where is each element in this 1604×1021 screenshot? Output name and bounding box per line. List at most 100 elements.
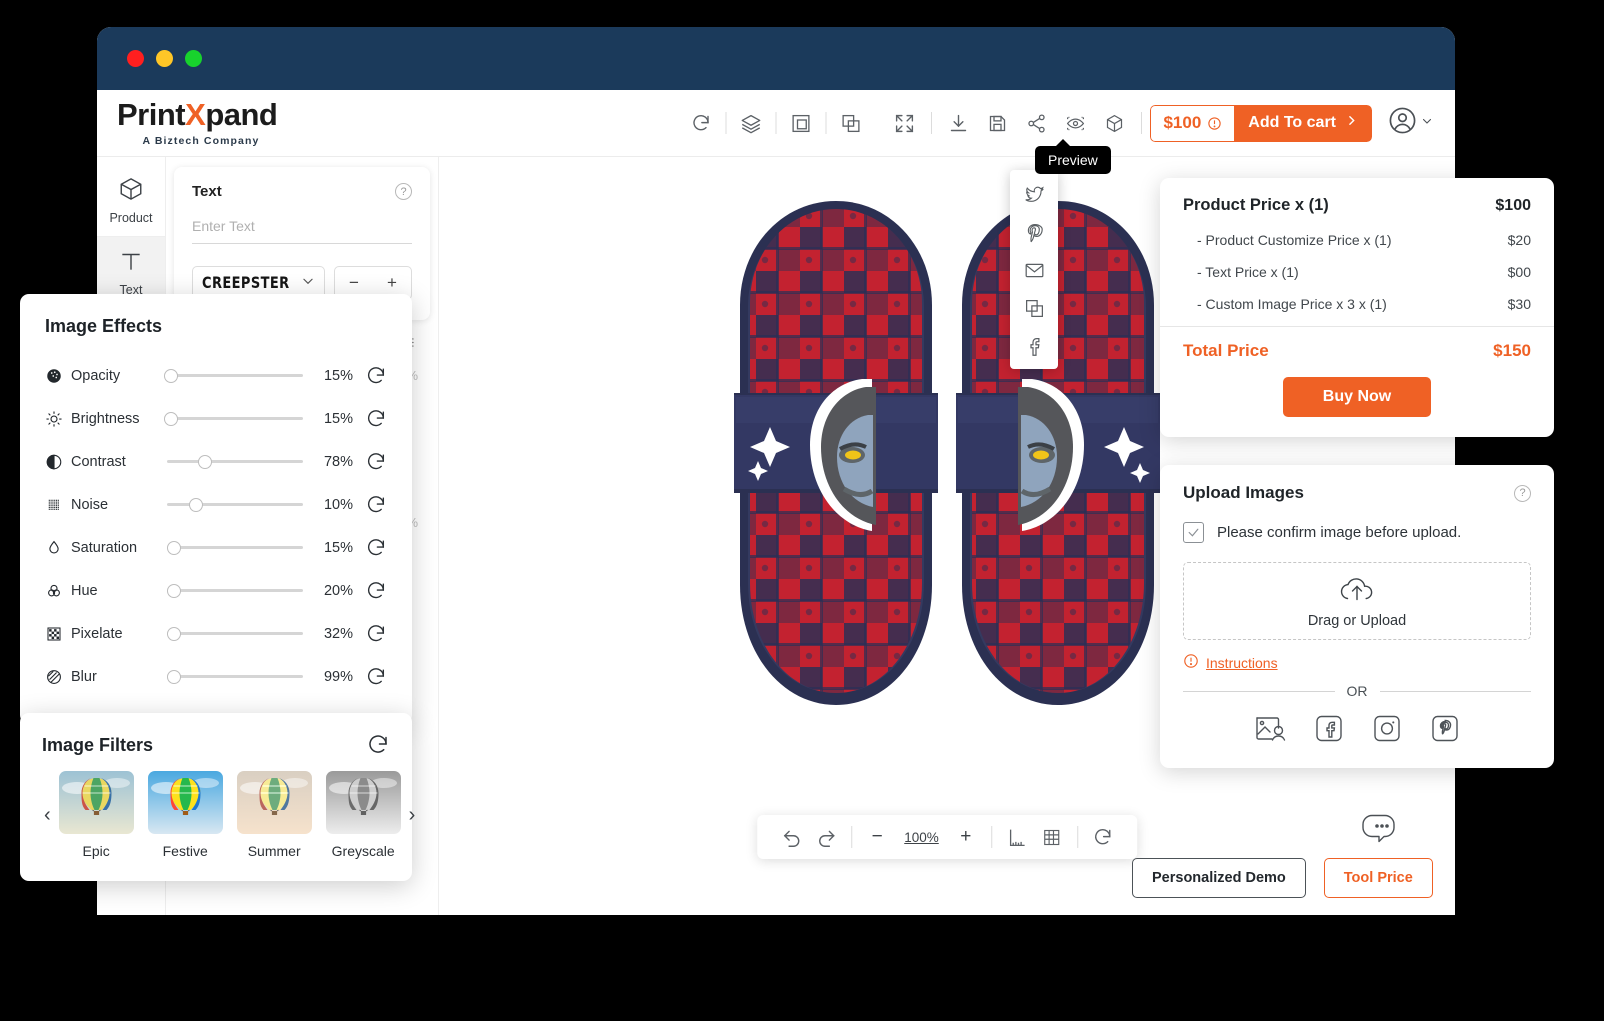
filter-thumbnail[interactable] <box>236 771 312 834</box>
three-d-icon[interactable] <box>1096 105 1133 142</box>
window-titlebar <box>97 27 1455 90</box>
chat-icon[interactable] <box>1358 811 1398 854</box>
ungroup-icon[interactable] <box>833 105 870 142</box>
layers-icon[interactable] <box>733 105 770 142</box>
effect-value: 15% <box>323 410 353 427</box>
sidebar-item-product[interactable]: Product <box>97 165 165 237</box>
confirm-checkbox[interactable] <box>1183 522 1204 543</box>
filter-item-summer[interactable]: Summer <box>236 771 312 859</box>
effect-slider-opacity[interactable] <box>164 368 303 383</box>
personalized-demo-button[interactable]: Personalized Demo <box>1132 858 1306 898</box>
filter-thumbnail[interactable] <box>58 771 134 834</box>
zoom-in-button[interactable]: + <box>950 821 982 853</box>
fullscreen-icon[interactable] <box>886 105 923 142</box>
email-icon[interactable] <box>1024 260 1045 281</box>
my-images-icon[interactable] <box>1254 714 1286 748</box>
effect-value: 78% <box>323 453 353 470</box>
help-icon[interactable]: ? <box>1514 484 1531 502</box>
confirm-upload-label: Please confirm image before upload. <box>1217 524 1462 541</box>
reset-icon[interactable] <box>683 105 720 142</box>
slider-knob[interactable] <box>166 583 181 598</box>
filter-label: Festive <box>162 843 208 859</box>
reset-icon[interactable] <box>353 580 387 602</box>
window-maximize-button[interactable] <box>185 50 202 67</box>
reset-icon[interactable] <box>356 733 390 757</box>
font-size-decrease[interactable]: − <box>345 273 363 293</box>
undo-icon[interactable] <box>775 821 807 853</box>
reset-icon[interactable] <box>353 451 387 473</box>
slider-knob[interactable] <box>166 669 181 684</box>
effect-slider-pixelate[interactable] <box>166 626 303 641</box>
share-icon[interactable] <box>1018 105 1055 142</box>
slider-knob[interactable] <box>164 411 179 426</box>
slider-knob[interactable] <box>188 497 203 512</box>
redo-icon[interactable] <box>810 821 842 853</box>
carousel-next-button[interactable]: › <box>407 804 418 827</box>
facebook-icon[interactable] <box>1024 336 1045 357</box>
preview-icon[interactable] <box>1057 105 1094 142</box>
reset-icon[interactable] <box>353 666 387 688</box>
window-minimize-button[interactable] <box>156 50 173 67</box>
tool-price-button[interactable]: Tool Price <box>1323 858 1433 898</box>
or-label: OR <box>1346 683 1368 699</box>
screen-root: PrintXpand A Biztech Company $100 Add To… <box>0 0 1604 1021</box>
window-close-button[interactable] <box>127 50 144 67</box>
facebook-icon[interactable] <box>1314 714 1344 748</box>
reset-icon[interactable] <box>353 623 387 645</box>
effect-slider-hue[interactable] <box>166 583 303 598</box>
effect-slider-saturation[interactable] <box>166 540 303 555</box>
add-to-cart-button[interactable]: Add To cart <box>1234 104 1372 142</box>
drop-zone[interactable]: Drag or Upload <box>1183 562 1531 640</box>
right-sandal <box>956 201 1160 705</box>
effect-slider-contrast[interactable] <box>167 454 303 469</box>
help-icon[interactable]: ? <box>395 183 412 200</box>
reset-icon[interactable] <box>353 537 387 559</box>
effect-slider-blur[interactable] <box>166 669 303 684</box>
user-account-menu[interactable] <box>1388 106 1433 140</box>
effect-slider-brightness[interactable] <box>164 411 303 426</box>
slider-knob[interactable] <box>166 540 181 555</box>
group-icon[interactable] <box>783 105 820 142</box>
ruler-icon[interactable] <box>1001 821 1033 853</box>
instructions-link[interactable]: Instructions <box>1183 653 1531 672</box>
pinterest-icon[interactable] <box>1430 714 1460 748</box>
save-icon[interactable] <box>979 105 1016 142</box>
confirm-upload-row[interactable]: Please confirm image before upload. <box>1183 522 1531 543</box>
text-input[interactable] <box>192 200 412 244</box>
grid-icon[interactable] <box>1036 821 1068 853</box>
download-icon[interactable] <box>940 105 977 142</box>
reset-icon[interactable] <box>353 365 387 387</box>
effect-label: Opacity <box>71 367 121 384</box>
header-price[interactable]: $100 <box>1150 104 1235 142</box>
reset-icon[interactable] <box>1087 821 1119 853</box>
copy-icon[interactable] <box>1024 298 1045 319</box>
buy-now-button[interactable]: Buy Now <box>1282 377 1432 417</box>
cube-icon <box>118 176 144 205</box>
font-size-increase[interactable]: + <box>383 273 401 293</box>
divider <box>990 826 992 848</box>
slider-track <box>167 675 303 678</box>
slider-knob[interactable] <box>198 454 213 469</box>
filter-thumbnail[interactable] <box>325 771 401 834</box>
filter-item-greyscale[interactable]: Greyscale <box>325 771 401 859</box>
effect-row-hue: Hue 20% <box>45 569 387 612</box>
carousel-prev-button[interactable]: ‹ <box>42 804 53 827</box>
image-filters-header: Image Filters <box>42 733 390 757</box>
effect-slider-noise[interactable] <box>167 497 303 512</box>
slider-knob[interactable] <box>164 368 179 383</box>
info-icon[interactable] <box>1207 116 1222 131</box>
divider <box>1160 326 1554 327</box>
twitter-icon[interactable] <box>1024 184 1045 205</box>
reset-icon[interactable] <box>353 408 387 430</box>
filter-item-festive[interactable]: Festive <box>147 771 223 859</box>
zoom-level[interactable]: 100% <box>896 830 947 845</box>
reset-icon[interactable] <box>353 494 387 516</box>
filter-item-epic[interactable]: Epic <box>58 771 134 859</box>
product-preview[interactable] <box>712 183 1182 758</box>
pinterest-icon[interactable] <box>1024 222 1045 243</box>
slider-knob[interactable] <box>166 626 181 641</box>
instagram-icon[interactable] <box>1372 714 1402 748</box>
filter-thumbnail[interactable] <box>147 771 223 834</box>
brand-logo[interactable]: PrintXpand A Biztech Company <box>117 99 317 147</box>
zoom-out-button[interactable]: − <box>861 821 893 853</box>
